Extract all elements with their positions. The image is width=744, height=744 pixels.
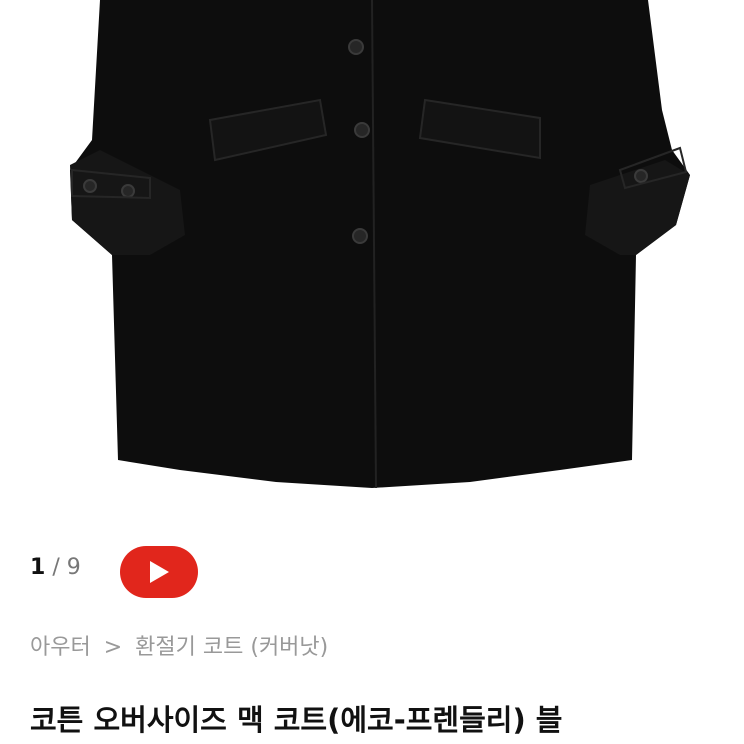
breadcrumb: 아우터 > 환절기 코트 (커버낫) [30,633,328,663]
breadcrumb-category[interactable]: 아우터 [30,635,91,660]
coat-illustration [70,0,690,489]
coat-button-1 [348,39,364,55]
product-title: 코튼 오버사이즈 맥 코트(에코-프렌들리) 블 [30,703,563,737]
coat-button-3 [352,228,368,244]
image-counter: 1 / 9 [30,553,81,583]
total-images: 9 [66,555,81,580]
product-image[interactable] [0,0,744,520]
breadcrumb-subcategory[interactable]: 환절기 코트 (커버낫) [135,635,328,660]
current-image-index: 1 [30,555,46,580]
counter-separator: / [52,555,60,580]
breadcrumb-separator: > [103,635,123,660]
play-icon [150,561,169,583]
coat-button-2 [354,122,370,138]
video-play-button[interactable] [120,546,198,598]
